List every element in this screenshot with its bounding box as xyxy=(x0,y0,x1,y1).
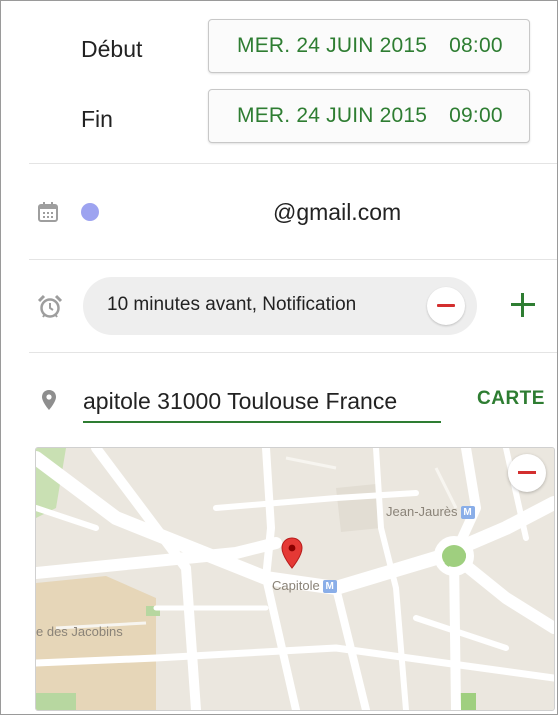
divider xyxy=(29,163,557,164)
metro-icon: M xyxy=(322,580,337,594)
start-time: 08:00 xyxy=(449,34,503,57)
start-label: Début xyxy=(81,36,143,62)
calendar-color-dot xyxy=(81,203,99,221)
end-row: Fin MER. 24 JUIN 2015 09:00 xyxy=(1,89,557,149)
map-button[interactable]: CARTE xyxy=(477,388,545,410)
alarm-icon xyxy=(37,294,63,318)
add-reminder-button[interactable] xyxy=(509,291,537,319)
location-row: CARTE xyxy=(1,371,557,431)
start-row: Début MER. 24 JUIN 2015 08:00 xyxy=(1,19,557,79)
map-label-jean-jaures: Jean-Jaurès M xyxy=(386,504,475,520)
end-label: Fin xyxy=(81,106,113,132)
start-date: MER. 24 JUIN 2015 xyxy=(237,34,428,57)
metro-icon: M xyxy=(460,506,475,520)
location-input[interactable] xyxy=(83,381,441,423)
end-date: MER. 24 JUIN 2015 xyxy=(237,104,428,127)
redacted-email-user xyxy=(113,197,273,227)
map-label-jacobins: e des Jacobins xyxy=(36,624,123,639)
reminder-text: 10 minutes avant, Notification xyxy=(107,294,357,315)
map-zoom-out-button[interactable] xyxy=(508,454,546,492)
remove-reminder-button[interactable] xyxy=(427,287,465,325)
calendar-icon xyxy=(38,202,58,222)
start-datetime-button[interactable]: MER. 24 JUIN 2015 08:00 xyxy=(208,19,530,73)
divider xyxy=(29,259,557,260)
calendar-account-row[interactable]: @gmail.com xyxy=(1,186,557,241)
divider xyxy=(29,352,557,353)
calendar-account-email: @gmail.com xyxy=(273,199,402,225)
reminder-row: 10 minutes avant, Notification xyxy=(1,277,557,337)
map-label-capitole: Capitole M xyxy=(272,578,337,594)
end-time: 09:00 xyxy=(449,104,503,127)
end-datetime-button[interactable]: MER. 24 JUIN 2015 09:00 xyxy=(208,89,530,143)
event-edit-screen: Début MER. 24 JUIN 2015 08:00 Fin MER. 2… xyxy=(0,0,558,715)
location-pin-icon xyxy=(42,390,56,410)
reminder-chip[interactable]: 10 minutes avant, Notification xyxy=(83,277,477,335)
location-map[interactable]: Jean-Jaurès M Capitole M e des Jacobins xyxy=(35,447,555,711)
